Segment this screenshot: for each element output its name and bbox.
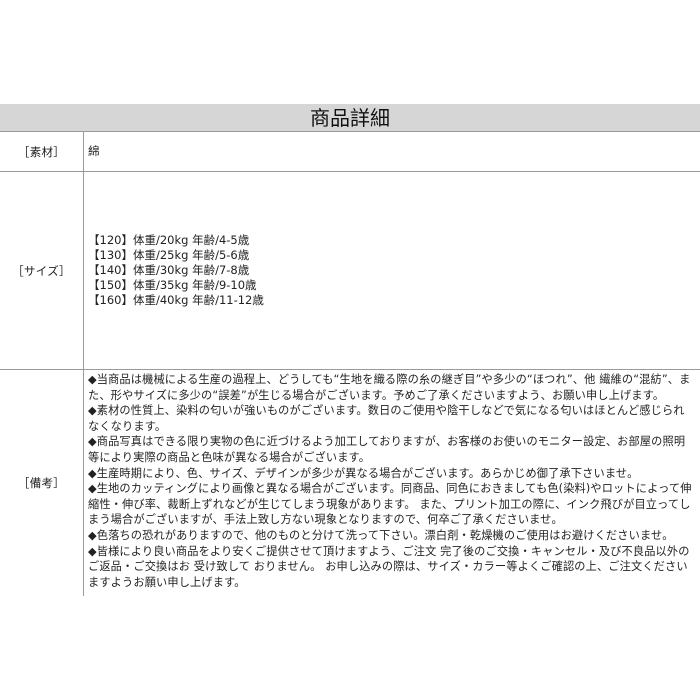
note-item: ◆色落ちの恐れがありますので、他のものと分けて洗って下さい。漂白剤・乾燥機のご使… — [88, 528, 674, 542]
size-item: 【130】体重/25kg 年齢/5-6歳 — [88, 248, 250, 262]
note-item: ◆生地のカッティングにより画像と異なる場合がございます。同商品、同色におきまして… — [88, 482, 692, 527]
size-item: 【160】体重/40kg 年齢/11-12歳 — [88, 293, 264, 307]
material-value: 綿 — [88, 132, 694, 171]
note-item: ◆素材の性質上、染料の匂いが強いものがございます。数日のご使用や陰干しなどで気に… — [88, 404, 685, 433]
note-item: ◆商品写真はできる限り実物の色に近づけるよう加工しておりますが、お客様のお使いの… — [88, 435, 686, 464]
size-item: 【150】体重/35kg 年齢/9-10歳 — [88, 278, 257, 292]
material-text: 綿 — [88, 144, 100, 158]
notes-list: ◆当商品は機械による生産の過程上、どうしても“生地を織る際の糸の継ぎ目”や多少の… — [88, 370, 694, 596]
note-item: ◆皆様により良い商品をより安くご提供させて頂けますよう、ご注文 完了後のご交換・… — [88, 544, 690, 589]
size-label: ［サイズ］ — [0, 172, 84, 369]
product-detail-table: 商品詳細 ［素材］ 綿 ［サイズ］ 【120】体重/20kg 年齢/4-5歳 【… — [0, 104, 700, 596]
notes-row: ［備考］ ◆当商品は機械による生産の過程上、どうしても“生地を織る際の糸の継ぎ目… — [0, 370, 700, 596]
size-item: 【120】体重/20kg 年齢/4-5歳 — [88, 233, 250, 247]
size-row: ［サイズ］ 【120】体重/20kg 年齢/4-5歳 【130】体重/25kg … — [0, 172, 700, 370]
material-label: ［素材］ — [0, 132, 84, 171]
note-item: ◆当商品は機械による生産の過程上、どうしても“生地を織る際の糸の継ぎ目”や多少の… — [88, 373, 691, 402]
size-list: 【120】体重/20kg 年齢/4-5歳 【130】体重/25kg 年齢/5-6… — [88, 172, 694, 369]
notes-label: ［備考］ — [0, 370, 84, 596]
note-item: ◆生産時期により、色、サイズ、デザインが多少が異なる場合がございます。あらかじめ… — [88, 466, 639, 480]
page-title: 商品詳細 — [0, 104, 700, 132]
size-item: 【140】体重/30kg 年齢/7-8歳 — [88, 263, 250, 277]
material-row: ［素材］ 綿 — [0, 132, 700, 172]
